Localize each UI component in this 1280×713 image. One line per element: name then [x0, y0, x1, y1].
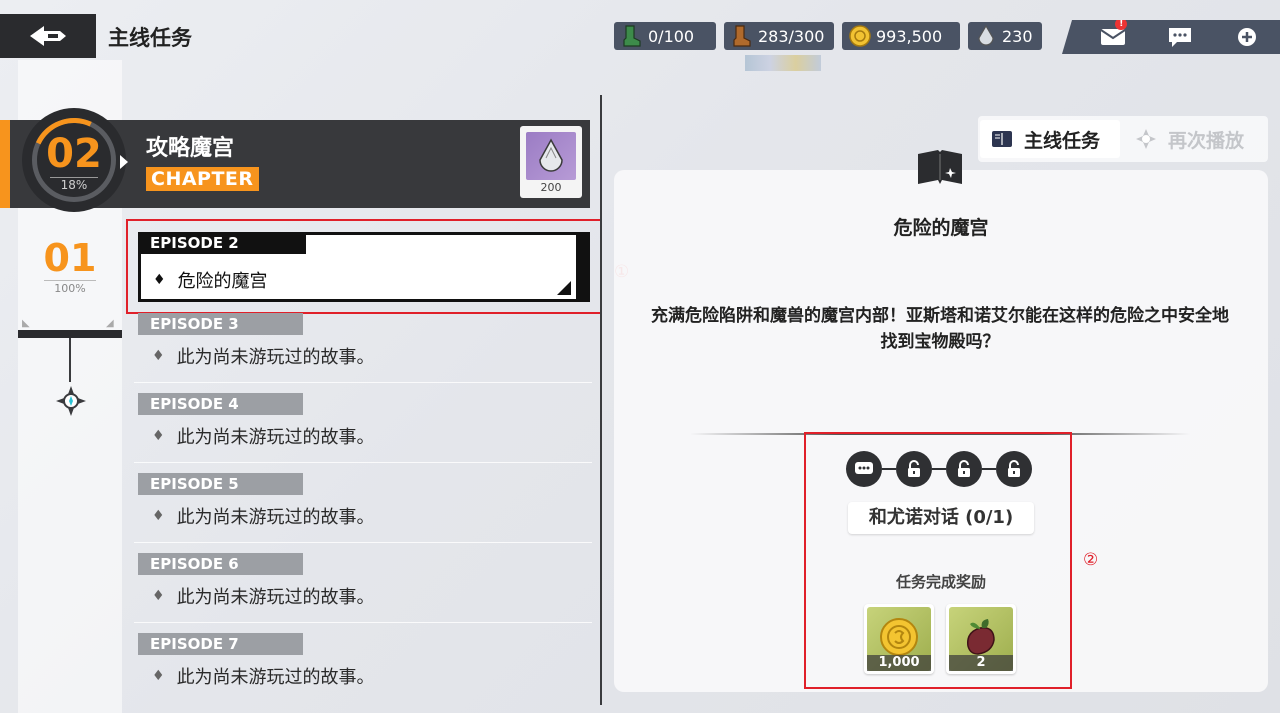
chapter-number: 02: [46, 131, 102, 177]
episode-divider: [134, 542, 592, 543]
chapter-reward-count: 200: [540, 181, 562, 194]
stamina-green-counter[interactable]: 0/100: [614, 22, 716, 50]
chapter-01-underline: [44, 280, 96, 281]
episode-title: ♦ 此为尚未游玩过的故事。: [152, 667, 375, 688]
diamond-icon: ♦: [152, 588, 165, 604]
book-icon: [992, 131, 1012, 147]
corner-bracket-right-icon: ◢: [106, 318, 114, 329]
episode-title: ♦ 此为尚未游玩过的故事。: [152, 587, 375, 608]
diamond-icon: ♦: [152, 428, 165, 444]
episode-title: ♦ 此为尚未游玩过的故事。: [152, 427, 375, 448]
chat-icon: [1168, 28, 1191, 47]
mail-icon: [1100, 29, 1126, 45]
episode-item[interactable]: EPISODE 4 ♦ 此为尚未游玩过的故事。: [138, 393, 592, 469]
chapter-progress: 18%: [60, 178, 88, 192]
open-book-icon: [918, 150, 962, 184]
chat-button[interactable]: [1160, 22, 1200, 52]
plus-circle-icon: [1237, 28, 1256, 46]
rail-divider: [18, 330, 122, 338]
diamond-icon: ♦: [152, 348, 165, 364]
highlight-box-1: [126, 219, 602, 314]
gold-counter[interactable]: 993,500: [842, 22, 960, 50]
chapter-title: 攻略魔宫: [146, 136, 235, 161]
tab-main-quest[interactable]: 主线任务: [980, 120, 1120, 158]
chapter-arrow-icon: [120, 155, 128, 169]
episode-divider: [134, 462, 592, 463]
replay-icon: [1136, 129, 1156, 149]
diamond-icon: ♦: [152, 508, 165, 524]
quest-description: 充满危险陷阱和魔兽的魔宫内部！亚斯塔和诺艾尔能在这样的危险之中安全地找到宝物殿吗…: [651, 306, 1229, 352]
corner-bracket-left-icon: ◣: [22, 318, 30, 329]
episode-label: EPISODE 3: [138, 313, 303, 335]
chapter-tag: CHAPTER: [146, 167, 259, 191]
episode-label: EPISODE 4: [138, 393, 303, 415]
chapter-accent-bar: [0, 120, 10, 208]
chapter-01-number[interactable]: 01: [36, 236, 104, 280]
diamond-icon: ♦: [152, 668, 165, 684]
chapter-01-progress: 100%: [54, 282, 86, 295]
top-button-group: !: [1062, 20, 1280, 54]
episode-divider: [134, 382, 592, 383]
chapter-reward-image: [526, 132, 576, 180]
blurred-id: [745, 55, 821, 71]
gold-coin-icon: [849, 25, 871, 47]
crystal-drop-icon: [978, 24, 994, 46]
stamina-brown-counter[interactable]: 283/300: [724, 22, 834, 50]
chapter-reward[interactable]: 200: [520, 126, 582, 198]
episode-item[interactable]: EPISODE 7 ♦ 此为尚未游玩过的故事。: [138, 633, 592, 709]
panel-divider: [600, 95, 602, 705]
resource-bar: 0/100 283/300 993,500 230: [614, 22, 1042, 50]
episode-title: ♦ 此为尚未游玩过的故事。: [152, 347, 375, 368]
back-arrow-icon: [30, 26, 66, 46]
episode-label: EPISODE 7: [138, 633, 303, 655]
episode-item[interactable]: EPISODE 6 ♦ 此为尚未游玩过的故事。: [138, 553, 592, 629]
page-title: 主线任务: [108, 26, 192, 50]
crystal-counter[interactable]: 230: [968, 22, 1042, 50]
highlight-box-2: [804, 432, 1072, 689]
episode-label: EPISODE 6: [138, 553, 303, 575]
episode-item[interactable]: EPISODE 5 ♦ 此为尚未游玩过的故事。: [138, 473, 592, 549]
brown-boot-icon: [733, 25, 751, 47]
episode-item[interactable]: EPISODE 3 ♦ 此为尚未游玩过的故事。: [138, 313, 592, 389]
green-boot-icon: [623, 25, 641, 47]
rail-chain: [69, 338, 71, 382]
episode-divider: [134, 622, 592, 623]
annotation-mark-2: ②: [1083, 550, 1099, 570]
mail-button[interactable]: !: [1093, 20, 1133, 52]
quest-title: 危险的魔宫: [893, 217, 989, 239]
tab-replay[interactable]: 再次播放: [1132, 120, 1268, 158]
more-button[interactable]: [1227, 22, 1267, 52]
episode-label: EPISODE 5: [138, 473, 303, 495]
back-button[interactable]: [0, 14, 96, 58]
compass-ornament-icon: [56, 386, 86, 416]
episode-title: ♦ 此为尚未游玩过的故事。: [152, 507, 375, 528]
crystal-drop-icon: [539, 138, 563, 172]
